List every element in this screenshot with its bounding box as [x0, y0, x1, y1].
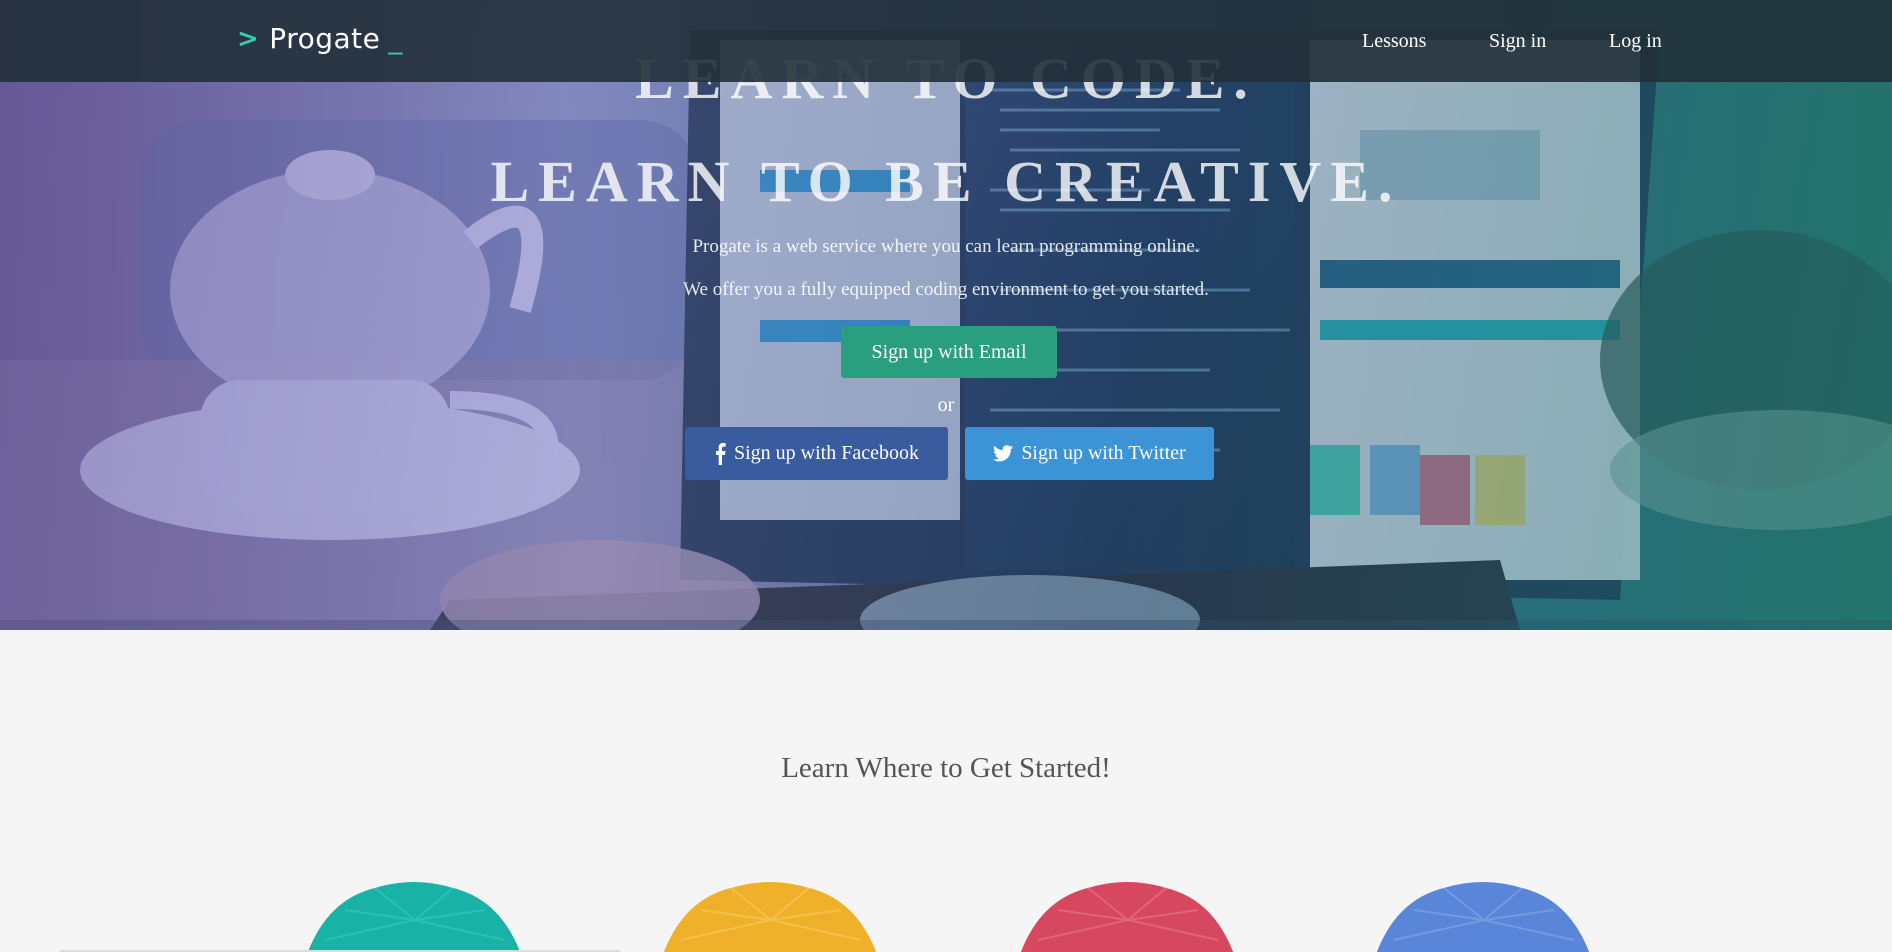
- nav-login-link[interactable]: Log in: [1609, 30, 1662, 53]
- or-separator: or: [937, 394, 955, 416]
- facebook-icon: [716, 442, 726, 465]
- hero-section: Learn to code. Learn to be creative. Pro…: [0, 0, 1892, 630]
- signup-email-button[interactable]: Sign up with Email: [841, 326, 1057, 378]
- hero-headline-2: Learn to be creative.: [490, 149, 1402, 214]
- nav-signin-link[interactable]: Sign in: [1489, 30, 1546, 53]
- logo-cursor: _: [388, 22, 403, 55]
- signup-email-label: Sign up with Email: [871, 340, 1027, 363]
- teal-course-gem-icon[interactable]: [305, 880, 523, 952]
- logo-chevron-icon: >: [237, 23, 260, 54]
- blue-course-gem-icon[interactable]: [1374, 880, 1592, 952]
- section-title: Learn Where to Get Started!: [781, 752, 1111, 784]
- signup-twitter-button[interactable]: Sign up with Twitter: [965, 427, 1214, 480]
- logo-text: Progate: [269, 22, 381, 55]
- signup-facebook-button[interactable]: Sign up with Facebook: [685, 427, 948, 480]
- yellow-course-gem-icon[interactable]: [661, 880, 879, 952]
- signup-twitter-label: Sign up with Twitter: [1021, 442, 1186, 464]
- hero-description-2: We offer you a fully equipped coding env…: [683, 279, 1209, 300]
- top-navbar: > Progate _ Lessons Sign in Log in: [0, 0, 1892, 82]
- hero-description-1: Progate is a web service where you can l…: [692, 236, 1200, 257]
- signup-facebook-label: Sign up with Facebook: [734, 442, 919, 464]
- nav-lessons-link[interactable]: Lessons: [1362, 30, 1426, 53]
- twitter-icon: [993, 445, 1014, 462]
- red-course-gem-icon[interactable]: [1018, 880, 1236, 952]
- progate-logo[interactable]: > Progate _: [237, 22, 403, 55]
